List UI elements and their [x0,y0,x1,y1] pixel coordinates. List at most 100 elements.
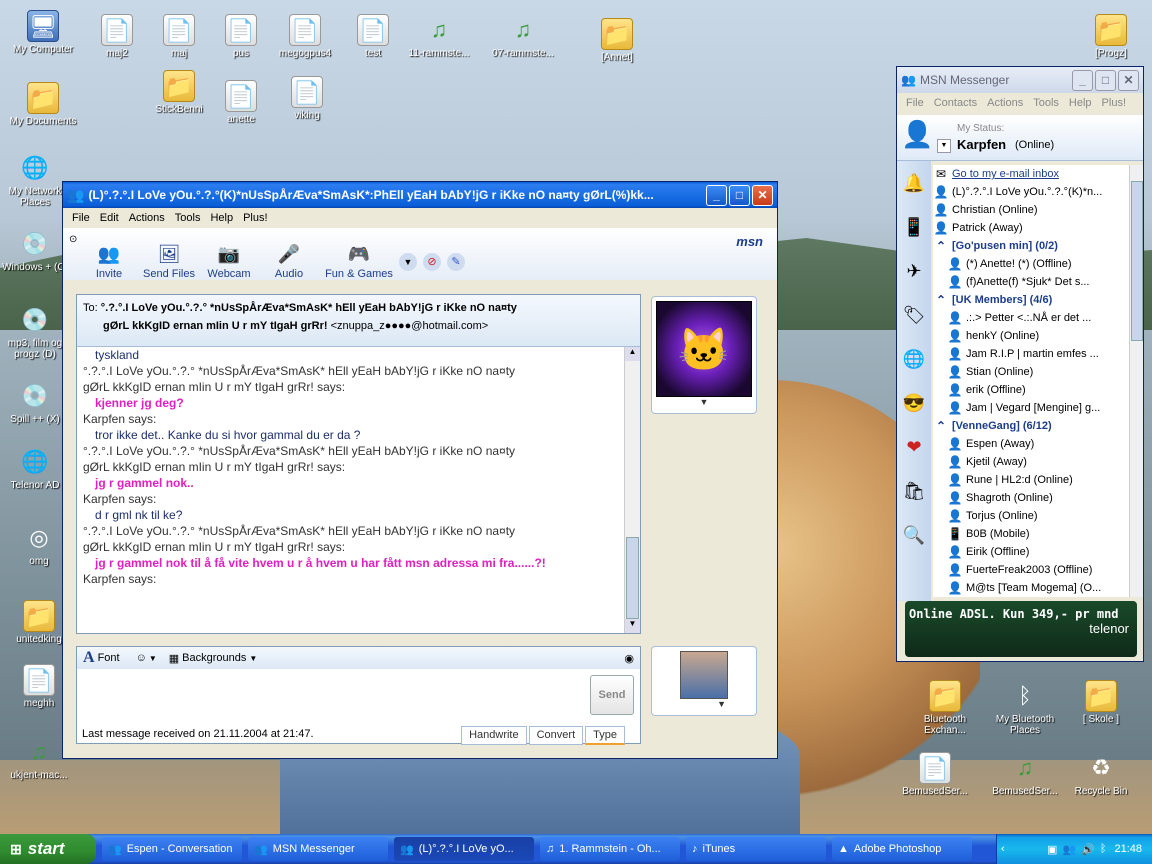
contact-row[interactable]: 👤 Jam | Vegard [Mengine] g... [933,399,1143,417]
dropdown-circle-icon[interactable]: ▼ [399,253,417,271]
tab-travel-icon[interactable]: ✈ [897,249,931,293]
contact-row[interactable]: 👤 Christian (Online) [933,201,1143,219]
desktop-icon[interactable]: 📁 Bluetooth Exchan... [906,680,984,736]
taskbar-item[interactable]: ▲ Adobe Photoshop [832,837,972,861]
contact-row[interactable]: 📱 B0B (Mobile) [933,525,1143,543]
contact-scrollbar[interactable] [1129,165,1143,597]
contact-group[interactable]: ⌃ [UK Members] (4/6) [933,291,1143,309]
messenger-menu-contacts[interactable]: Contacts [929,97,982,109]
backgrounds-dropdown-icon[interactable]: ▼ [249,654,257,663]
desktop-icon[interactable]: ♫ BemusedSer... [986,752,1064,797]
contact-row[interactable]: 👤 erik (Offline) [933,381,1143,399]
contact-row[interactable]: 👤 Stian (Online) [933,363,1143,381]
tray-volume-icon[interactable]: 🔊 [1081,843,1095,856]
contact-group[interactable]: ⌃ [Go'pusen min] (0/2) [933,237,1143,255]
contact-row[interactable]: 👤 FuerteFreak2003 (Offline) [933,561,1143,579]
contact-row[interactable]: 👤 Torjus (Online) [933,507,1143,525]
contact-row[interactable]: 👤 (f)Anette(f) *Sjuk* Det s... [933,273,1143,291]
tool-invite[interactable]: 👥 Invite [79,242,139,280]
menu-help[interactable]: Help [205,212,238,224]
messenger-titlebar[interactable]: 👥 MSN Messenger _ □ ✕ [897,67,1143,93]
collapse-icon[interactable]: ⌃ [933,418,949,434]
menu-edit[interactable]: Edit [95,212,124,224]
tab-phone-icon[interactable]: 📱 [897,205,931,249]
desktop-icon[interactable]: 📁 [ Skole ] [1062,680,1140,725]
contact-row[interactable]: 👤 (*) Anette! (*) (Offline) [933,255,1143,273]
send-button[interactable]: Send [590,675,634,715]
taskbar-item[interactable]: 👥 Espen - Conversation [102,837,242,861]
scroll-thumb[interactable] [626,537,639,619]
desktop-icon[interactable]: 📁 My Documents [4,82,82,127]
taskbar-item[interactable]: ♫ 1. Rammstein - Oh... [540,837,680,861]
collapse-icon[interactable]: ⌃ [933,292,949,308]
minimize-button[interactable]: _ [706,184,727,206]
tray-msn-icon[interactable]: 👥 [1062,843,1076,856]
tab-handwrite[interactable]: Handwrite [461,726,527,745]
messenger-menu-plus[interactable]: Plus! [1097,97,1131,109]
tool-webcam[interactable]: 📷 Webcam [199,242,259,280]
telenor-ad[interactable]: Online ADSL. Kun 349,- pr mnd telenor [905,601,1137,657]
maximize-button[interactable]: □ [729,184,750,206]
menu-actions[interactable]: Actions [124,212,170,224]
font-button[interactable]: Font [98,652,120,664]
block-icon[interactable]: ⊘ [423,253,441,271]
toolbar-collapse-icon[interactable]: ⊙ [69,234,77,245]
contact-row[interactable]: 👤 (L)°.?.°.I LoVe yOu.°.?.°(K)*n... [933,183,1143,201]
contact-row[interactable]: 👤 henkY (Online) [933,327,1143,345]
contact-row[interactable]: 👤 Eirik (Offline) [933,543,1143,561]
tab-sales-icon[interactable]: 🏷 [897,293,931,337]
collapse-icon[interactable]: ⌃ [933,238,949,254]
conversation-titlebar[interactable]: 👥 (L)°.?.°.I LoVe yOu.°.?.°(K)*nUsSpÅrÆv… [63,182,777,208]
menu-tools[interactable]: Tools [170,212,206,224]
tool-fun-games[interactable]: 🎮 Fun & Games [319,242,399,280]
messenger-menu-actions[interactable]: Actions [982,97,1028,109]
tab-convert[interactable]: Convert [528,726,584,745]
contact-display-picture[interactable]: 🐱 ▼ [651,296,757,414]
desktop-icon[interactable]: 📁 [Progz] [1072,14,1150,59]
taskbar-item[interactable]: 👥 MSN Messenger [248,837,388,861]
my-status-panel[interactable]: 👤 My Status: ▼ Karpfen (Online) [897,115,1143,161]
menu-file[interactable]: File [67,212,95,224]
messenger-minimize-button[interactable]: _ [1072,69,1093,91]
desktop-icon[interactable]: 📄 megogpus4 [266,14,344,59]
contact-list-panel[interactable]: ✉ Go to my e-mail inbox 👤 (L)°.?.°.I LoVe… [933,165,1143,597]
taskbar-item[interactable]: 👥 (L)°.?.°.I LoVe yO... [394,837,534,861]
tray-chevron-icon[interactable]: ‹ [997,843,1005,855]
tab-search-icon[interactable]: 🔍 [897,513,931,557]
chat-scrollbar[interactable]: ▲ ▼ [624,347,640,633]
messenger-menu-help[interactable]: Help [1064,97,1097,109]
desktop-icon[interactable]: 🖥 My Computer [4,10,82,55]
contact-row[interactable]: 👤 .:.> Petter <.:.NÅ er det ... [933,309,1143,327]
tool-audio[interactable]: 🎤 Audio [259,242,319,280]
picture-menu-icon[interactable]: ▼ [652,397,756,407]
pen-icon[interactable]: ✎ [447,253,465,271]
contact-row[interactable]: 👤 Shagroth (Online) [933,489,1143,507]
start-button[interactable]: ⊞ start [0,834,96,864]
backgrounds-icon[interactable]: ▦ [169,652,179,665]
desktop-icon[interactable]: 📁 [Annet] [578,18,656,63]
status-dropdown-icon[interactable]: ▼ [937,139,951,153]
desktop-icon[interactable]: ♻ Recycle Bin [1062,752,1140,797]
tab-type[interactable]: Type [585,726,625,745]
desktop-icon[interactable]: 📄 viking [268,76,346,121]
tray-network-icon[interactable]: ▣ [1047,843,1057,856]
tab-shopping-icon[interactable]: 🛍 [897,469,931,513]
font-icon[interactable]: A [83,649,95,667]
block-button[interactable]: ▼ ⊘ ✎ [399,253,489,275]
my-picture-menu-icon[interactable]: ▼ [652,699,756,709]
messenger-close-button[interactable]: ✕ [1118,69,1139,91]
desktop-icon[interactable]: ♫ 07-rammste... [484,14,562,59]
inbox-link[interactable]: Go to my e-mail inbox [952,168,1059,180]
inbox-link-row[interactable]: ✉ Go to my e-mail inbox [933,165,1143,183]
chat-history[interactable]: To: °.?.°.I LoVe yOu.°.?.° *nUsSpÅrÆva*S… [76,294,641,634]
contact-row[interactable]: 👤 Patrick (Away) [933,219,1143,237]
contact-row[interactable]: 👤 M@ts [Team Mogema] (O... [933,579,1143,597]
backgrounds-button[interactable]: Backgrounds [182,652,246,664]
my-display-picture[interactable]: ▼ [651,646,757,716]
tab-smiley-icon[interactable]: 😎 [897,381,931,425]
desktop-icon[interactable]: ♫ 11-rammste... [400,14,478,59]
tool-send-files[interactable]: 🖼 Send Files [139,242,199,280]
emoticon-icon[interactable]: ☺ [136,652,147,664]
desktop-icon[interactable]: 📄 BemusedSer... [896,752,974,797]
tray-bluetooth-icon[interactable]: ᛒ [1100,843,1107,855]
